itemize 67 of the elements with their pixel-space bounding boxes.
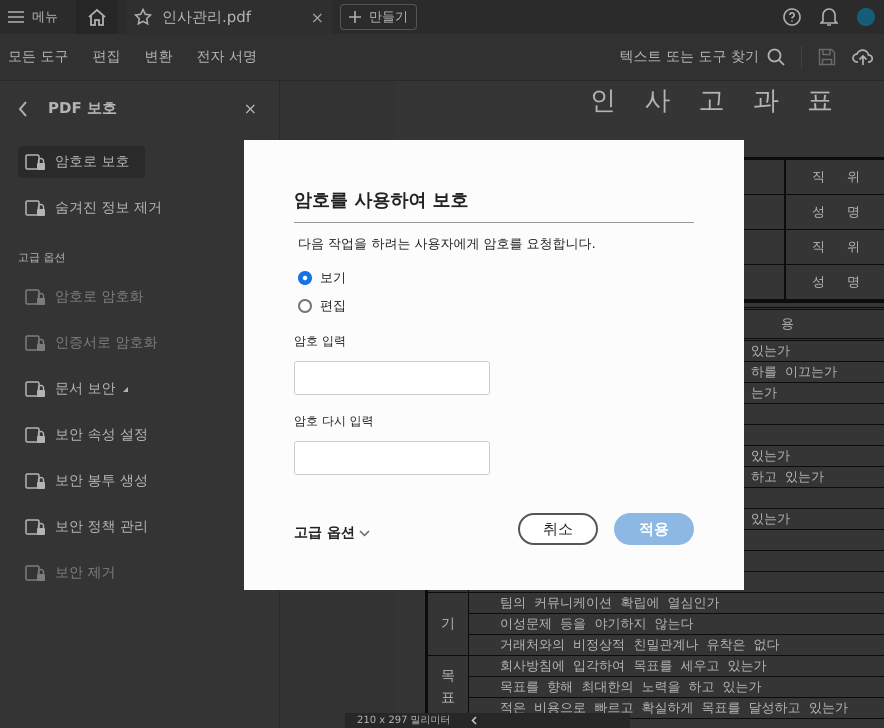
document-icon: [25, 198, 47, 218]
sidebar-item[interactable]: 문서 보안: [18, 373, 136, 405]
page-size-label: 210 x 297 밀리미터: [357, 716, 451, 726]
column-header: 용: [781, 316, 794, 333]
field-label: 암호 입력: [294, 333, 347, 350]
help-icon[interactable]: [782, 7, 802, 27]
dialog-description: 다음 작업을 하려는 사용자에게 암호를 요청합니다.: [298, 236, 597, 253]
lock-icon: [25, 287, 47, 307]
toolbar-tab[interactable]: 편집: [90, 48, 126, 66]
search-label[interactable]: 텍스트 또는 도구 찾기: [620, 48, 759, 66]
panel-title: PDF 보호: [48, 99, 117, 118]
save-icon[interactable]: [818, 48, 836, 66]
dialog-title: 암호를 사용하여 보호: [294, 188, 694, 223]
table-cell-text: 있는가: [751, 511, 790, 528]
table-cell: 직 위: [786, 160, 884, 195]
chevron-left-icon[interactable]: [470, 716, 477, 725]
toolbar-tab[interactable]: 변환: [142, 48, 178, 66]
document-tab[interactable]: 인사관리.pdf ×: [126, 0, 332, 34]
cancel-button[interactable]: 취소: [518, 513, 598, 545]
table-cell-text: 회사방침에 입각하여 목표를 세우고 있는가: [500, 658, 767, 675]
table-cell: 성 명: [786, 265, 884, 300]
toolbar-tab[interactable]: 전자 서명: [194, 48, 263, 66]
section-label: 고급 옵션: [18, 250, 66, 265]
radio-button[interactable]: [298, 271, 312, 285]
table-cell: 직 위: [786, 230, 884, 265]
lock-icon: [25, 333, 47, 353]
upload-cloud-icon[interactable]: [852, 48, 874, 66]
radio-option[interactable]: 보기: [298, 269, 694, 287]
table-cell-text: 있는가: [751, 448, 790, 465]
category-label: 목표: [441, 666, 455, 708]
search-icon[interactable]: [767, 48, 785, 66]
radio-option[interactable]: 편집: [298, 297, 694, 315]
sidebar-item[interactable]: 보안 봉투 생성: [18, 465, 156, 497]
radio-button[interactable]: [298, 299, 312, 313]
star-icon: [134, 8, 152, 26]
table-cell-text: 하를 이끄는가: [751, 364, 838, 381]
table-cell-text: 목표를 향해 최대한의 노력을 하고 있는가: [500, 679, 762, 696]
document-title: 인 사 고 과 표: [590, 85, 844, 118]
table-cell-text: 팀의 커뮤니케이션 확립에 열심인가: [500, 595, 720, 612]
table-cell-text: 있는가: [751, 343, 790, 360]
plus-icon: [349, 11, 361, 23]
close-tab-button[interactable]: ×: [310, 8, 324, 26]
menu-icon: [8, 11, 24, 23]
advanced-options-button[interactable]: 고급 옵션: [294, 524, 370, 542]
bell-icon[interactable]: [820, 7, 838, 27]
toolbar-tab[interactable]: 모든 도구: [6, 48, 74, 66]
close-button[interactable]: ×: [244, 99, 257, 118]
sidebar-item[interactable]: 보안 정책 관리: [18, 511, 156, 543]
sidebar-item[interactable]: 보안 속성 설정: [18, 419, 156, 451]
tab-title: 인사관리.pdf: [162, 8, 252, 26]
back-icon[interactable]: [18, 100, 28, 116]
table-cell-text: 이성문제 등을 야기하지 않는다: [500, 616, 694, 633]
home-icon: [87, 8, 107, 26]
table-cell-text: 는가: [751, 385, 777, 402]
create-button[interactable]: 만들기: [340, 4, 417, 30]
table-cell: 성 명: [786, 195, 884, 230]
menu-button[interactable]: 메뉴: [8, 8, 68, 26]
table-cell-text: 하고 있는가: [751, 469, 824, 486]
password-field[interactable]: [294, 361, 490, 395]
field-label: 암호 다시 입력: [294, 413, 375, 430]
password-field[interactable]: [294, 441, 490, 475]
chevron-down-icon: [358, 530, 370, 536]
category-label: 기: [441, 614, 455, 634]
sidebar-item[interactable]: 숨겨진 정보 제거: [18, 192, 170, 224]
table-cell-text: 거래처와의 비정상적 친밀관계나 유착은 없다: [500, 637, 780, 654]
sidebar-item[interactable]: 암호로 보호: [18, 146, 146, 178]
home-button[interactable]: [76, 0, 118, 34]
